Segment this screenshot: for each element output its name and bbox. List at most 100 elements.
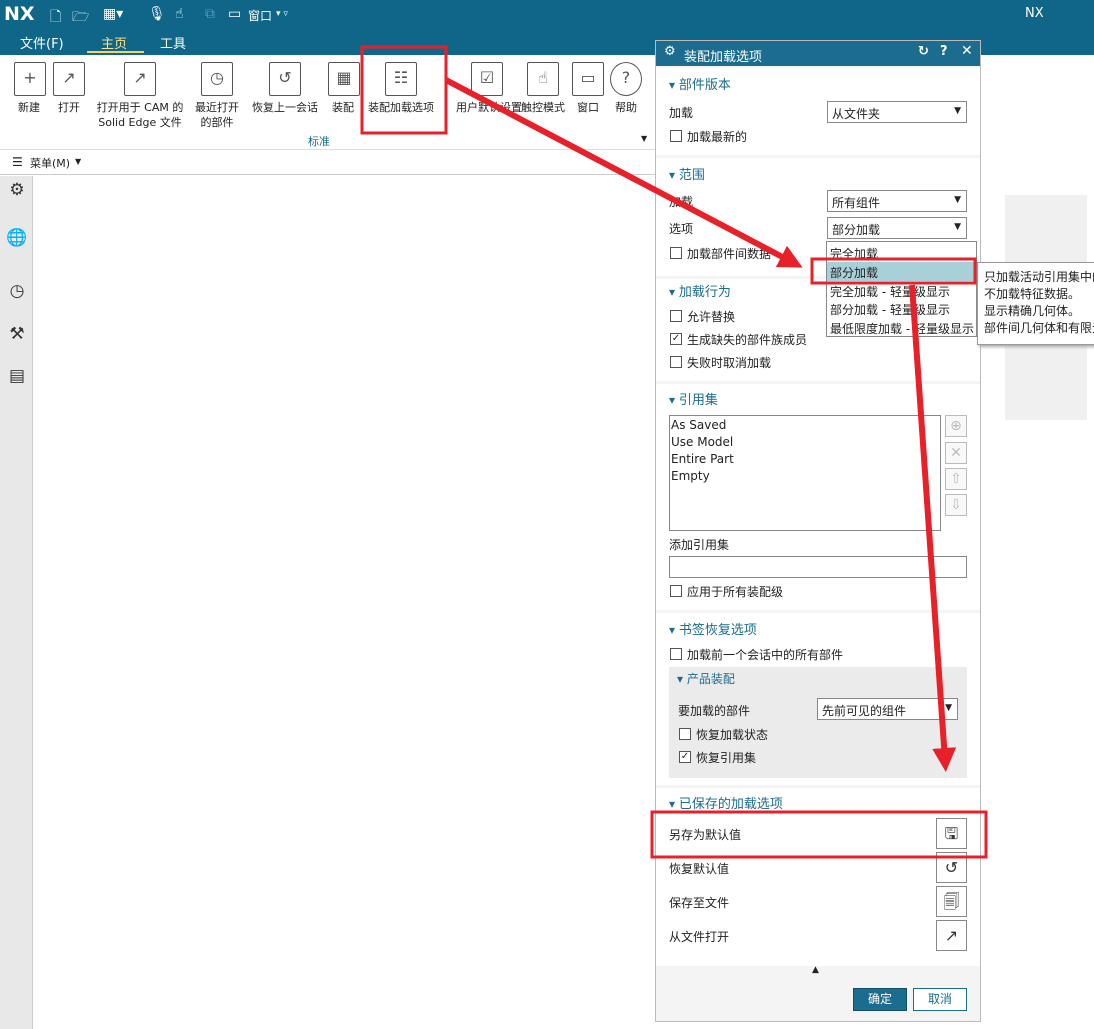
ribbon-button-label: 窗口 <box>577 101 599 114</box>
ribbon-button-label: 打开用于 CAM 的 Solid Edge 文件 <box>96 101 184 129</box>
save-file-icon[interactable]: 🗐 <box>936 886 967 917</box>
list-item[interactable]: Use Model <box>671 435 733 449</box>
touch-icon[interactable]: ☝ <box>175 6 184 22</box>
ribbon-button-label: 新建 <box>18 101 40 114</box>
microphone-icon[interactable]: 🎙 <box>148 6 166 22</box>
load-prev-checkbox[interactable] <box>670 648 682 660</box>
dropdown-option[interactable]: 完全加载 <box>830 245 878 262</box>
ribbon-button[interactable]: ☷ 装配加载选项 <box>366 62 436 115</box>
assembly-quick-icon[interactable]: ▦▾ <box>103 6 123 22</box>
menu-button[interactable]: 菜单(M) <box>30 155 70 171</box>
save-to-file-label: 保存至文件 <box>669 896 730 910</box>
checkbox-label: 失败时取消加载 <box>687 356 772 370</box>
load-select[interactable]: 从文件夹 <box>827 101 967 123</box>
save-icon[interactable]: 🖫 <box>936 818 967 849</box>
move-up-icon[interactable]: ⇧ <box>945 468 967 490</box>
dropdown-option[interactable]: 完全加载 - 轻量级显示 <box>830 283 950 300</box>
load-label: 加载 <box>669 106 694 120</box>
restore-load-label: 恢复加载状态 <box>696 728 769 742</box>
option-select[interactable]: 部分加载 <box>827 217 967 239</box>
add-icon[interactable]: ⊕ <box>945 415 967 437</box>
ribbon-button[interactable]: ↺ 恢复上一会话 <box>250 62 320 115</box>
reuse-library-icon[interactable]: ▤ <box>6 366 28 388</box>
apply-all-checkbox[interactable] <box>670 585 682 597</box>
windows-icon: ⧉ <box>205 6 215 22</box>
list-item[interactable]: Empty <box>671 469 710 483</box>
menu-icon[interactable]: ☰ <box>12 155 23 169</box>
section-header[interactable]: 引用集 <box>669 389 718 408</box>
list-item[interactable]: Entire Part <box>671 452 734 466</box>
ribbon-button[interactable]: ▭ 窗口 <box>572 62 604 115</box>
tab-home[interactable]: 主页 <box>101 33 127 52</box>
ribbon-button[interactable]: ☑ 用户默认设置 <box>456 62 522 115</box>
subsection-header[interactable]: 产品装配 <box>677 670 735 687</box>
menu-dropdown-icon[interactable]: ▼ <box>75 157 81 166</box>
web-browser-icon[interactable]: 🌐 <box>6 228 28 250</box>
scope-load-select[interactable]: 所有组件 <box>827 190 967 212</box>
move-down-icon[interactable]: ⇩ <box>945 494 967 516</box>
section-header[interactable]: 已保存的加载选项 <box>669 793 783 812</box>
checkbox[interactable] <box>670 356 682 368</box>
ribbon-button[interactable]: ↗ 打开用于 CAM 的 Solid Edge 文件 <box>95 62 185 130</box>
close-icon[interactable]: ✕ <box>961 43 973 59</box>
new-icon[interactable]: 🗋 <box>50 6 61 30</box>
history-icon[interactable]: ◷ <box>6 281 28 303</box>
checkbox-label: 生成缺失的部件族成员 <box>687 333 808 347</box>
scope-load-label: 加载 <box>669 195 694 209</box>
add-refset-input[interactable] <box>669 556 967 578</box>
restore-load-checkbox[interactable] <box>679 728 691 740</box>
reference-set-list[interactable] <box>669 415 941 531</box>
section-header[interactable]: 书签恢复选项 <box>669 619 757 638</box>
ribbon-button[interactable]: ☝ 触控模式 <box>520 62 566 115</box>
section-header[interactable]: 加载行为 <box>669 281 731 300</box>
ribbon-expand-icon[interactable]: ▼ <box>641 134 647 143</box>
app-title: NX <box>1025 6 1044 21</box>
help-icon[interactable]: ? <box>940 44 948 59</box>
window-icon[interactable]: ▭ <box>228 6 241 22</box>
ribbon-button-label: 装配加载选项 <box>368 101 434 114</box>
ribbon-button[interactable]: ↗ 打开 <box>52 62 86 115</box>
window-menu[interactable]: 窗口 <box>248 7 272 24</box>
ribbon-button[interactable]: ◷ 最近打开 的部件 <box>187 62 247 130</box>
ribbon-button-label: 打开 <box>58 101 80 114</box>
ribbon-button-label: 用户默认设置 <box>456 101 522 114</box>
parts-label: 要加载的部件 <box>678 704 751 718</box>
load-latest-checkbox[interactable] <box>670 130 682 142</box>
dropdown-option[interactable]: 部分加载 - 轻量级显示 <box>830 301 950 318</box>
ribbon-button[interactable]: ▦ 装配 <box>328 62 360 115</box>
dropdown-option[interactable]: 最低限度加载 - 轻量级显示 <box>830 320 974 337</box>
collapse-icon[interactable]: ▲ <box>812 965 819 975</box>
tab-file[interactable]: 文件(F) <box>20 33 64 52</box>
restore-ref-checkbox[interactable]: ✓ <box>679 751 691 763</box>
ribbon-button[interactable]: + 新建 <box>14 62 46 115</box>
reset-icon[interactable]: ↻ <box>918 44 929 59</box>
cancel-button[interactable]: 取消 <box>913 988 967 1011</box>
assembly-icon: ▦ <box>328 62 360 96</box>
active-tab-underline <box>87 51 144 53</box>
tooltip-line: 显示精确几何体。 <box>984 304 1081 318</box>
remove-icon[interactable]: ✕ <box>945 442 967 464</box>
section-header[interactable]: 范围 <box>669 164 705 183</box>
interpart-checkbox[interactable] <box>670 247 682 259</box>
ribbon-button-label: 触控模式 <box>521 101 565 114</box>
reset-icon[interactable]: ↺ <box>936 852 967 883</box>
ribbon-button[interactable]: ? 帮助 <box>610 62 642 115</box>
checkbox[interactable] <box>670 310 682 322</box>
section-header[interactable]: 部件版本 <box>669 74 731 93</box>
option-dropdown-list[interactable]: 完全加载 部分加载 完全加载 - 轻量级显示 部分加载 - 轻量级显示 最低限度… <box>826 241 977 337</box>
tab-tools[interactable]: 工具 <box>160 33 186 52</box>
gear-icon[interactable]: ⚙ <box>6 180 28 202</box>
tooltip-line: 只加载活动引用集中的 <box>984 270 1094 284</box>
parts-select[interactable]: 先前可见的组件 <box>817 698 958 720</box>
checkbox-checked[interactable]: ✓ <box>670 333 682 345</box>
dropdown-option-selected[interactable]: 部分加载 <box>830 264 878 281</box>
restore-session-icon: ↺ <box>269 62 301 96</box>
customize-icon[interactable]: ▾ ▿ <box>276 9 288 19</box>
list-item[interactable]: As Saved <box>671 418 726 432</box>
open-file-icon[interactable]: ↗ <box>936 920 967 951</box>
dialog-header: ⚙ 装配加载选项 ↻ ? ✕ <box>656 41 980 66</box>
ok-button[interactable]: 确定 <box>853 988 907 1011</box>
tools-icon[interactable]: ⚒ <box>6 324 28 346</box>
open-icon[interactable]: 🗁 <box>72 6 89 30</box>
save-default-label: 另存为默认值 <box>669 828 742 842</box>
